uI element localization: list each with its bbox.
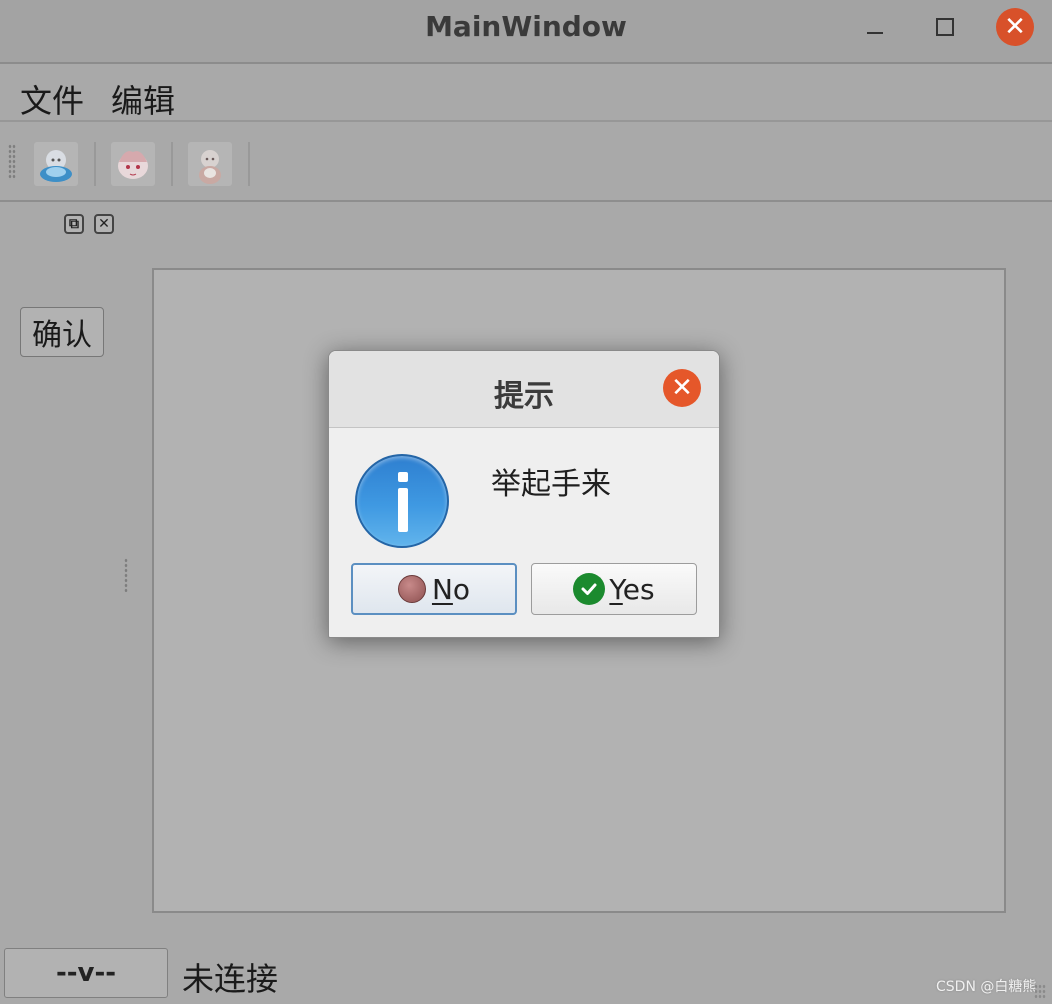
avatar-gray-icon <box>199 150 221 184</box>
watermark: CSDN @白糖熊 <box>936 979 1037 995</box>
avatar-blue-icon <box>40 150 72 182</box>
minimize-button[interactable] <box>856 8 894 46</box>
toolbar-separator <box>248 142 250 186</box>
size-grip[interactable] <box>1034 984 1046 1000</box>
toolbar-separator <box>171 142 173 186</box>
checkmark-icon <box>573 573 606 605</box>
no-icon <box>397 575 426 603</box>
splitter-handle[interactable] <box>124 558 128 592</box>
menu-file[interactable]: 文件 <box>20 76 84 122</box>
window-title: MainWindow <box>425 10 627 43</box>
dialog-title: 提示 <box>494 379 554 414</box>
information-icon <box>355 454 449 548</box>
dock-float-button[interactable]: ⧉ <box>64 214 84 234</box>
message-dialog: 提示 ✕ 举起手来 No Yes <box>328 350 720 638</box>
menu-bar: 文件 编辑 <box>0 64 1052 122</box>
minimize-icon <box>867 32 883 34</box>
avatar-pink-icon <box>118 151 148 179</box>
no-button-label: No <box>431 572 471 606</box>
float-icon: ⧉ <box>69 216 79 232</box>
toolbar-button-1[interactable] <box>34 142 78 186</box>
yes-button-label: Yes <box>609 572 655 606</box>
connection-status: 未连接 <box>182 960 279 998</box>
toolbar <box>0 122 1052 202</box>
close-icon: ✕ <box>671 373 693 403</box>
dialog-message: 举起手来 <box>491 467 611 502</box>
toolbar-button-3[interactable] <box>188 142 232 186</box>
connect-dropdown-button[interactable]: --v-- <box>4 948 168 998</box>
close-icon: ✕ <box>1004 12 1026 42</box>
title-bar: MainWindow ✕ <box>0 0 1052 64</box>
toolbar-button-2[interactable] <box>111 142 155 186</box>
confirm-button[interactable]: 确认 <box>20 307 104 357</box>
menu-edit[interactable]: 编辑 <box>111 76 175 122</box>
yes-button[interactable]: Yes <box>531 563 697 615</box>
dialog-close-button[interactable]: ✕ <box>663 369 701 407</box>
no-button[interactable]: No <box>351 563 517 615</box>
maximize-icon <box>936 18 954 36</box>
toolbar-separator <box>94 142 96 186</box>
dialog-title-bar: 提示 ✕ <box>329 351 719 428</box>
toolbar-grip[interactable] <box>8 144 16 180</box>
close-button[interactable]: ✕ <box>996 8 1034 46</box>
maximize-button[interactable] <box>926 8 964 46</box>
dock-close-icon: ✕ <box>98 216 110 232</box>
dock-close-button[interactable]: ✕ <box>94 214 114 234</box>
